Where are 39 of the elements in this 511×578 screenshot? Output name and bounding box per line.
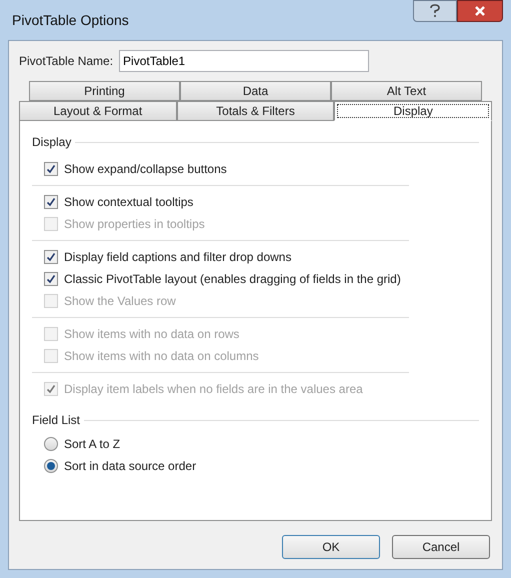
checkbox-label: Show properties in tooltips [64,216,205,233]
dialog-button[interactable]: Cancel [392,535,490,559]
checkbox-label: Show contextual tooltips [64,194,194,211]
name-label: PivotTable Name: [19,53,114,70]
checkbox[interactable] [44,272,58,286]
dialog-button[interactable]: OK [282,535,380,559]
checkbox-label: Display field captions and filter drop downs [64,249,292,266]
section-title: Display [32,134,72,151]
checkbox-label: Show items with no data on columns [64,348,259,365]
tab[interactable]: Layout & Format [19,101,177,121]
checkbox-label: Display item labels when no fields are in the values area [64,381,363,398]
radio-label: Sort in data source order [64,458,196,475]
checkmark-icon [46,384,56,394]
radio-label: Sort A to Z [64,436,120,453]
tab[interactable]: Display [334,101,492,121]
checkbox-label: Show the Values row [64,293,176,310]
tab[interactable]: Data [180,81,331,101]
checkmark-icon [46,164,56,174]
close-icon [474,5,486,17]
checkmark-icon [46,274,56,284]
tab[interactable]: Printing [29,81,180,101]
radio-button[interactable] [44,437,58,451]
close-button[interactable] [457,0,503,22]
tab[interactable]: Alt Text [331,81,482,101]
section-title: Field List [32,412,80,429]
radio-button[interactable] [44,459,58,473]
checkbox-label: Show expand/collapse buttons [64,161,227,178]
checkmark-icon [46,197,56,207]
checkmark-icon [46,252,56,262]
help-icon [429,4,441,18]
help-button[interactable] [413,0,457,22]
checkbox[interactable] [44,162,58,176]
checkbox-label: Show items with no data on rows [64,326,240,343]
checkbox[interactable] [44,250,58,264]
tab[interactable]: Totals & Filters [176,101,334,121]
window-title: PivotTable Options [12,10,129,30]
checkbox[interactable] [44,195,58,209]
checkbox-label: Classic PivotTable layout (enables dragging of fields in the grid) [64,271,401,288]
name-field[interactable]: PivotTable1 [119,50,370,72]
